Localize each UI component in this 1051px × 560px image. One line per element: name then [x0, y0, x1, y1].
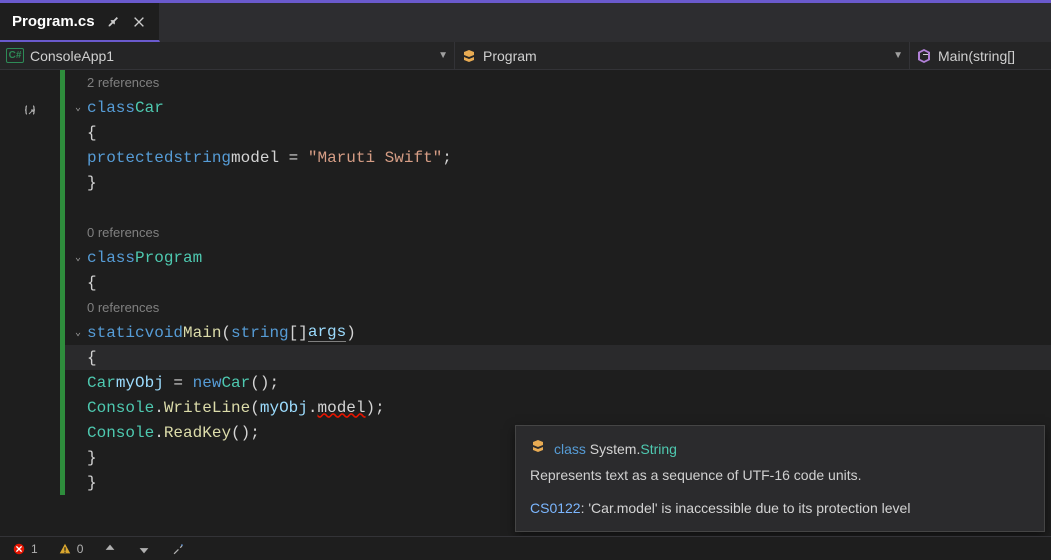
chevron-down-icon: ▼: [438, 50, 448, 61]
tab-program-cs[interactable]: Program.cs: [0, 3, 160, 42]
fold-icon[interactable]: ⌄: [69, 252, 87, 264]
tooltip-description: Represents text as a sequence of UTF-16 …: [530, 464, 1030, 486]
csharp-badge-icon: C#: [6, 48, 24, 63]
codelens-main[interactable]: 0 references: [87, 300, 159, 315]
status-bar: 1 0: [0, 536, 1051, 560]
nav-project-label: ConsoleApp1: [30, 48, 114, 64]
editor-gutter: [0, 70, 60, 536]
status-warnings[interactable]: 0: [58, 542, 84, 556]
class-icon: [530, 438, 546, 460]
fold-icon[interactable]: ⌄: [69, 327, 87, 339]
navigation-bar: C# ConsoleApp1 ▼ Program ▼ Main(string[]: [0, 42, 1051, 70]
nav-class-label: Program: [483, 48, 537, 64]
nav-class[interactable]: Program ▼: [455, 42, 910, 69]
chevron-down-icon: ▼: [893, 50, 903, 61]
nav-down-icon[interactable]: [137, 542, 151, 556]
class-icon: [461, 48, 477, 64]
codelens-program[interactable]: 0 references: [87, 225, 159, 240]
close-icon[interactable]: [131, 14, 147, 30]
method-icon: [916, 48, 932, 64]
nav-project[interactable]: C# ConsoleApp1 ▼: [0, 42, 455, 69]
quickinfo-tooltip: class System.String Represents text as a…: [515, 425, 1045, 532]
nav-member[interactable]: Main(string[]: [910, 42, 1051, 69]
namespace-nav-icon[interactable]: [22, 103, 38, 124]
screwdriver-icon[interactable]: [171, 542, 185, 556]
error-squiggle[interactable]: model: [317, 399, 365, 417]
tab-title: Program.cs: [12, 13, 95, 30]
status-errors[interactable]: 1: [12, 542, 38, 556]
fold-icon[interactable]: ⌄: [69, 102, 87, 114]
document-tabs: Program.cs: [0, 0, 1051, 42]
error-message: : 'Car.model' is inaccessible due to its…: [581, 500, 911, 516]
pin-icon[interactable]: [105, 14, 121, 30]
nav-member-label: Main(string[]: [938, 48, 1015, 64]
error-code[interactable]: CS0122: [530, 500, 581, 516]
codelens-car[interactable]: 2 references: [87, 75, 159, 90]
nav-up-icon[interactable]: [103, 542, 117, 556]
